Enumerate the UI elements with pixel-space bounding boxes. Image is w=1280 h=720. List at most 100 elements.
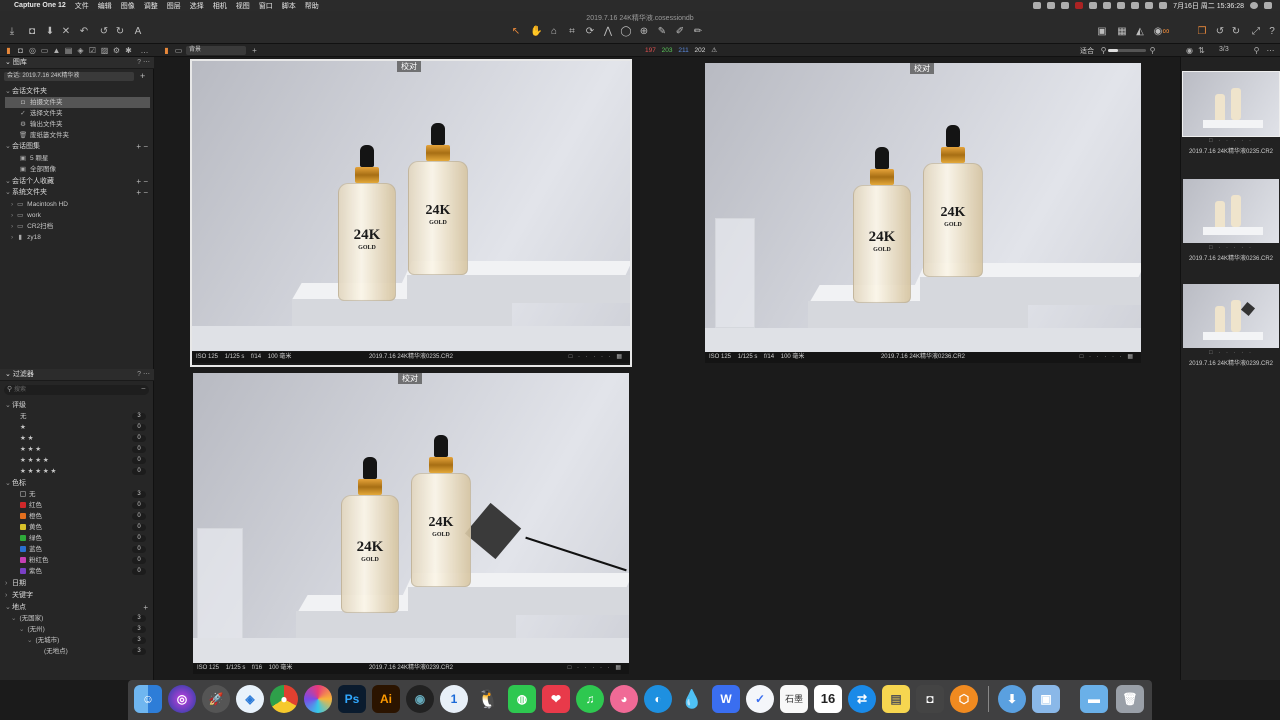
folder-capture[interactable]: ◘ 拍摄文件夹	[5, 97, 150, 108]
add-album-icon[interactable]: + −	[136, 141, 148, 152]
menu-window[interactable]: 窗口	[259, 1, 273, 11]
expand-icon[interactable]: ›	[11, 201, 13, 208]
expand-icon[interactable]: ⌄	[19, 626, 24, 633]
app-menu[interactable]: Capture One 12	[14, 2, 66, 9]
zoom-out-icon[interactable]: ⚲	[1099, 46, 1108, 55]
chrome-icon[interactable]: ●	[270, 685, 298, 713]
rating-none[interactable]: 无3	[0, 411, 154, 422]
camera-icon[interactable]: ◘	[26, 26, 38, 37]
calendar-icon[interactable]: 16	[814, 685, 842, 713]
import-icon[interactable]: ⤓	[6, 26, 18, 37]
thumb-rating-dots[interactable]: □ · · · · ·	[1183, 350, 1279, 356]
menu-file[interactable]: 文件	[75, 1, 89, 11]
rating-3[interactable]: ★ ★ ★ 0	[0, 444, 154, 455]
color-blue[interactable]: 蓝色 0	[0, 544, 154, 555]
rotate-left-icon[interactable]: ↺	[1214, 26, 1226, 37]
add-favorite-icon[interactable]: + −	[136, 176, 148, 187]
wps-icon[interactable]: W	[712, 685, 740, 713]
capture-tab-icon[interactable]: ◘	[16, 46, 25, 55]
menu-script[interactable]: 脚本	[282, 1, 296, 11]
exposure-warning-icon[interactable]: ◭	[1134, 26, 1146, 37]
library-panel-header[interactable]: ⌄ 图库 ? ⋯	[0, 57, 154, 69]
lens-tab-icon[interactable]: ◎	[28, 46, 37, 55]
system-folder-macintosh-hd[interactable]: › ▭ Macintosh HD	[0, 199, 154, 210]
dropbox-icon[interactable]	[1033, 2, 1042, 9]
metadata-tab-icon[interactable]: ▨	[100, 46, 109, 55]
keystone-tool-icon[interactable]: ⋀	[602, 26, 614, 37]
add-system-folder-icon[interactable]: + −	[136, 187, 148, 198]
brush-tool-icon[interactable]: ✎	[656, 26, 668, 37]
date-header[interactable]: › 日期	[0, 578, 154, 589]
rating-2[interactable]: ★ ★ 0	[0, 433, 154, 444]
music-app-icon[interactable]: ♫	[576, 685, 604, 713]
loupe-tool-icon[interactable]: ⌂	[548, 26, 560, 37]
rating-header[interactable]: ⌄评级	[0, 400, 154, 411]
photoshop-icon[interactable]: Ps	[338, 685, 366, 713]
output-tab-icon[interactable]: ⚙	[112, 46, 121, 55]
sort-icon[interactable]: ⇅	[1197, 46, 1206, 55]
browser-search-icon[interactable]: ⚲	[1252, 46, 1261, 55]
wechat-icon[interactable]: ◍	[508, 685, 536, 713]
filter-search-input[interactable]: 搜索	[4, 385, 149, 395]
qq-icon[interactable]	[1061, 2, 1070, 9]
menu-view[interactable]: 视图	[236, 1, 250, 11]
pages-droplet-icon[interactable]: 💧	[678, 685, 706, 713]
rotate-tool-icon[interactable]: ⟳	[584, 26, 596, 37]
library-tab-icon[interactable]: ▮	[4, 46, 13, 55]
grid-icon[interactable]: ▦	[1116, 26, 1128, 37]
undo-history-icon[interactable]: ↶	[78, 26, 90, 37]
glasses-icon[interactable]: ∞	[1158, 26, 1174, 37]
reset-icon[interactable]: ✕	[60, 26, 72, 37]
qq-icon[interactable]: 🐧	[474, 685, 502, 713]
rating-5[interactable]: ★ ★ ★ ★ ★ 0	[0, 466, 154, 477]
expand-icon[interactable]: ⌄	[27, 637, 32, 644]
thumbnail-0235[interactable]: □ · · · · · 2019.7.16 24K精华液0235.CR2	[1182, 71, 1280, 162]
favorites-header[interactable]: ⌄会话个人收藏 + −	[0, 176, 154, 187]
wifi-icon[interactable]	[1131, 2, 1140, 9]
rating-dots[interactable]: □ · · · · · ▦	[569, 352, 624, 363]
session-albums-header[interactable]: ⌄会话图集 + −	[0, 141, 154, 152]
cursor-tool-icon[interactable]: ↖	[510, 26, 522, 37]
rating-4[interactable]: ★ ★ ★ ★ 0	[0, 455, 154, 466]
image-viewer[interactable]: 24K GOLD 24K GOLD 校对 ISO 125 1/125 s f/1…	[155, 57, 1180, 680]
place-city[interactable]: ⌄ (无城市) 3	[0, 635, 154, 646]
add-layer-icon[interactable]: +	[250, 46, 259, 55]
rating-dots[interactable]: □ · · · · · ▦	[1080, 352, 1135, 363]
undo-icon[interactable]: ↺	[98, 26, 110, 37]
composition-tab-icon[interactable]: ▭	[40, 46, 49, 55]
screenshot-icon[interactable]: ◘	[916, 685, 944, 713]
filters-panel-header[interactable]: ⌄ 过滤器 ? ⋯	[0, 369, 154, 381]
color-yellow[interactable]: 黄色 0	[0, 522, 154, 533]
pocket-icon[interactable]: ❤	[542, 685, 570, 713]
menu-select[interactable]: 选择	[190, 1, 204, 11]
layer-select[interactable]: 背景	[186, 46, 246, 55]
system-folder-cr2[interactable]: › ▭ CR2扫档	[0, 221, 154, 232]
color-red[interactable]: 红色 0	[0, 500, 154, 511]
menu-camera[interactable]: 相机	[213, 1, 227, 11]
spot-tool-icon[interactable]: ◯	[620, 26, 632, 37]
teamviewer-icon[interactable]: ⇄	[848, 685, 876, 713]
help-icon[interactable]: ?	[1266, 26, 1278, 37]
cinema4d-icon[interactable]: ◉	[406, 685, 434, 713]
menu-help[interactable]: 帮助	[305, 1, 319, 11]
system-folder-zy18[interactable]: › ▮ zy18	[0, 232, 154, 243]
eye-icon[interactable]: ◉	[1185, 46, 1194, 55]
adjust-tab-icon[interactable]: ☑	[88, 46, 97, 55]
more-tabs-icon[interactable]: …	[140, 46, 149, 55]
shimo-icon[interactable]: 石墨	[780, 685, 808, 713]
ticktick-icon[interactable]: ✓	[746, 685, 774, 713]
sync-icon[interactable]	[1047, 2, 1056, 9]
red-app-icon[interactable]	[1075, 2, 1084, 9]
system-folders-header[interactable]: ⌄系统文件夹 + −	[0, 187, 154, 198]
layout-multi-icon[interactable]: ▮	[162, 46, 171, 55]
album-5-stars[interactable]: ▣ 5 颗星	[0, 153, 154, 164]
launchpad-icon[interactable]: 🚀	[202, 685, 230, 713]
volume-icon[interactable]	[1145, 2, 1154, 9]
expand-icon[interactable]: ⌄	[11, 615, 16, 622]
color-tab-icon[interactable]: ▤	[64, 46, 73, 55]
viewer-photo-0239[interactable]: 24K GOLD 24K GOLD 校对 ISO 125 1/125 s f/1…	[193, 373, 629, 675]
thumb-rating-dots[interactable]: □ · · · · ·	[1183, 245, 1279, 251]
stickies-icon[interactable]: ▤	[882, 685, 910, 713]
color-orange[interactable]: 橙色 0	[0, 511, 154, 522]
thumbnail-0239[interactable]: □ · · · · · 2019.7.16 24K精华液0239.CR2	[1183, 284, 1279, 374]
